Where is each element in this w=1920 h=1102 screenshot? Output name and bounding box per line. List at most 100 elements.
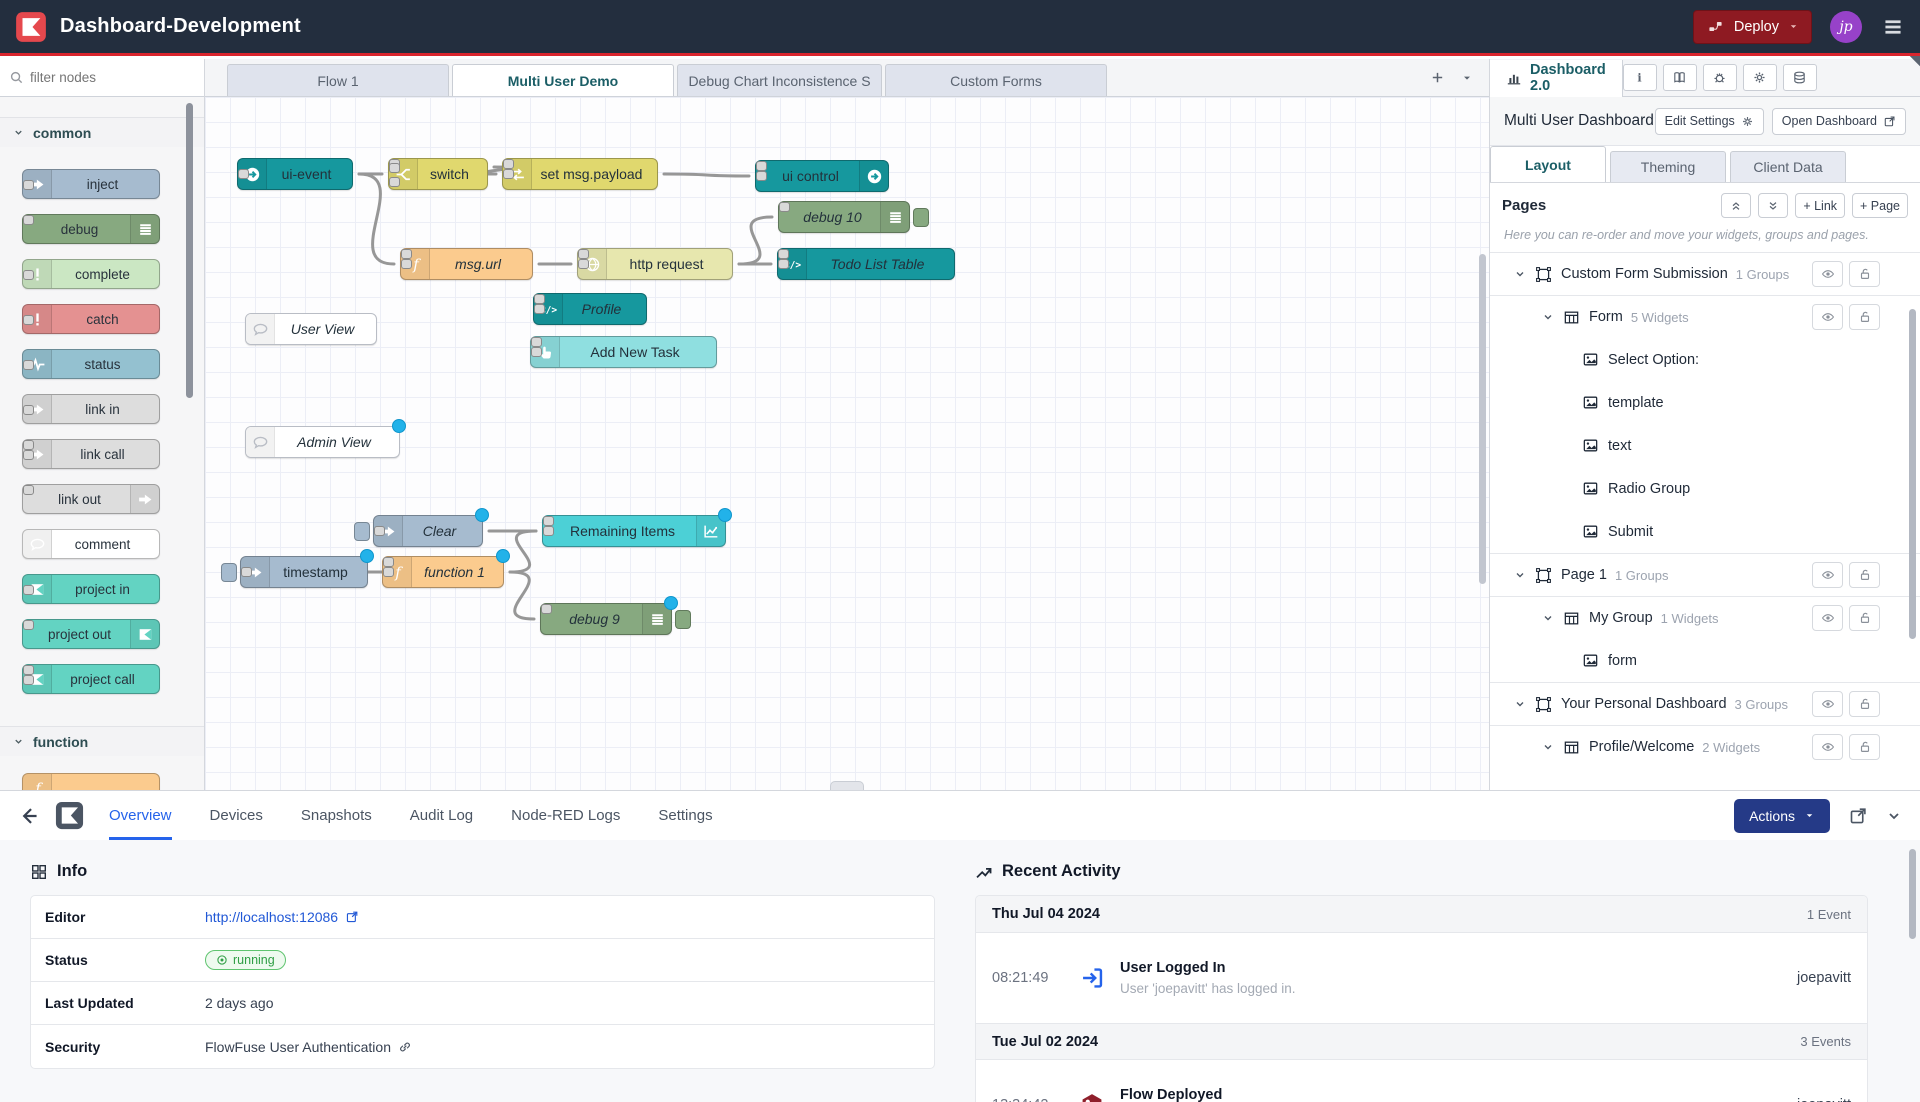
visibility-button[interactable] bbox=[1812, 261, 1843, 287]
flow-node[interactable]: link call bbox=[22, 439, 160, 469]
output-port[interactable] bbox=[23, 360, 34, 370]
deploy-caret-icon[interactable] bbox=[1788, 21, 1799, 32]
output-port[interactable] bbox=[23, 315, 34, 325]
chevron-down-icon[interactable] bbox=[1514, 268, 1526, 280]
input-port[interactable] bbox=[578, 249, 589, 259]
input-port[interactable] bbox=[23, 215, 34, 225]
flow-node[interactable]: debug 9 bbox=[540, 603, 672, 635]
flow-node[interactable]: comment bbox=[22, 529, 160, 559]
add-flow-icon[interactable] bbox=[1430, 70, 1445, 85]
tab-layout[interactable]: Layout bbox=[1490, 146, 1606, 182]
input-port[interactable] bbox=[23, 485, 34, 495]
output-port[interactable] bbox=[23, 270, 34, 280]
flow-tab-3[interactable]: Debug Chart Inconsistence S bbox=[677, 64, 882, 96]
palette-section-common[interactable]: common bbox=[0, 117, 204, 147]
inject-button[interactable] bbox=[354, 522, 370, 541]
output-port[interactable] bbox=[389, 177, 400, 187]
output-port[interactable] bbox=[778, 259, 789, 269]
comment-node[interactable]: Admin View bbox=[245, 426, 400, 458]
add-link-button[interactable]: + Link bbox=[1795, 193, 1845, 218]
visibility-button[interactable] bbox=[1812, 691, 1843, 717]
debug-toggle-button[interactable] bbox=[675, 610, 691, 629]
add-page-button[interactable]: + Page bbox=[1852, 193, 1908, 218]
wire[interactable] bbox=[510, 531, 536, 572]
activity-event-row[interactable]: 13:34:42Flow DeployedDeploy type 'full'j… bbox=[976, 1059, 1867, 1102]
instance-tab-snapshots[interactable]: Snapshots bbox=[301, 791, 372, 840]
flow-node[interactable]: timestamp bbox=[240, 556, 368, 588]
inject-button[interactable] bbox=[221, 563, 237, 582]
flow-node[interactable]: fmsg.url bbox=[400, 248, 533, 280]
tab-client-data[interactable]: Client Data bbox=[1730, 151, 1846, 182]
flow-node[interactable]: complete bbox=[22, 259, 160, 289]
flow-node[interactable]: Clear bbox=[373, 515, 483, 547]
input-port[interactable] bbox=[23, 620, 34, 630]
info-button[interactable]: i bbox=[1623, 64, 1657, 91]
tree-row-widget[interactable]: Submit bbox=[1490, 510, 1920, 553]
visibility-button[interactable] bbox=[1812, 734, 1843, 760]
output-port[interactable] bbox=[238, 169, 249, 179]
tree-row-widget[interactable]: Radio Group bbox=[1490, 467, 1920, 510]
output-port[interactable] bbox=[23, 450, 34, 460]
chevron-down-icon[interactable] bbox=[1542, 612, 1554, 624]
input-port[interactable] bbox=[503, 159, 514, 169]
tree-row-group[interactable]: Form5 Widgets bbox=[1490, 295, 1920, 338]
input-port[interactable] bbox=[23, 440, 34, 450]
flow-node[interactable]: link out bbox=[22, 484, 160, 514]
output-port[interactable] bbox=[756, 171, 767, 181]
output-port[interactable] bbox=[534, 304, 545, 314]
flow-canvas[interactable]: ui-eventswitchset msg.payloadui controld… bbox=[205, 97, 1489, 790]
lock-button[interactable] bbox=[1849, 304, 1880, 330]
output-port[interactable] bbox=[389, 163, 400, 173]
input-port[interactable] bbox=[541, 604, 552, 614]
instance-tab-devices[interactable]: Devices bbox=[210, 791, 263, 840]
instance-tab-audit-log[interactable]: Audit Log bbox=[410, 791, 473, 840]
flow-node[interactable]: </>Todo List Table bbox=[777, 248, 955, 280]
chevron-down-icon[interactable] bbox=[1514, 698, 1526, 710]
comment-node[interactable]: User View bbox=[245, 313, 377, 345]
output-port[interactable] bbox=[23, 585, 34, 595]
canvas-resize-grip[interactable] bbox=[830, 781, 864, 790]
tree-row-group[interactable]: Profile/Welcome2 Widgets bbox=[1490, 725, 1920, 768]
actions-button[interactable]: Actions bbox=[1734, 799, 1830, 833]
canvas-scrollbar[interactable] bbox=[1479, 254, 1486, 584]
flow-node[interactable]: ffunction 1 bbox=[382, 556, 504, 588]
tab-dashboard-2[interactable]: Dashboard 2.0 bbox=[1490, 60, 1623, 97]
open-editor-icon[interactable] bbox=[1848, 806, 1868, 826]
book-button[interactable] bbox=[1663, 64, 1697, 91]
flow-node[interactable]: ui-event bbox=[237, 158, 353, 190]
tree-row-page[interactable]: Your Personal Dashboard3 Groups bbox=[1490, 682, 1920, 725]
tree-row-widget[interactable]: text bbox=[1490, 424, 1920, 467]
input-port[interactable] bbox=[23, 665, 34, 675]
back-arrow-icon[interactable] bbox=[18, 805, 40, 827]
input-port[interactable] bbox=[534, 294, 545, 304]
output-port[interactable] bbox=[23, 675, 34, 685]
output-port[interactable] bbox=[401, 259, 412, 269]
flow-node[interactable]: Remaining Items bbox=[542, 515, 726, 547]
palette-section-function[interactable]: function bbox=[0, 726, 204, 756]
visibility-button[interactable] bbox=[1812, 605, 1843, 631]
input-port[interactable] bbox=[531, 337, 542, 347]
output-port[interactable] bbox=[531, 347, 542, 357]
lock-button[interactable] bbox=[1849, 691, 1880, 717]
lock-button[interactable] bbox=[1849, 261, 1880, 287]
visibility-button[interactable] bbox=[1812, 562, 1843, 588]
tree-row-group[interactable]: My Group1 Widgets bbox=[1490, 596, 1920, 639]
output-port[interactable] bbox=[503, 169, 514, 179]
open-dashboard-button[interactable]: Open Dashboard bbox=[1772, 108, 1906, 135]
flow-node[interactable]: catch bbox=[22, 304, 160, 334]
flow-node[interactable]: project out bbox=[22, 619, 160, 649]
deploy-button[interactable]: Deploy bbox=[1693, 10, 1812, 44]
panel-scrollbar[interactable] bbox=[1909, 849, 1916, 939]
output-port[interactable] bbox=[23, 405, 34, 415]
flow-node[interactable]: </>Profile bbox=[533, 293, 647, 325]
bug-button[interactable] bbox=[1703, 64, 1737, 91]
visibility-button[interactable] bbox=[1812, 304, 1843, 330]
flow-node[interactable]: project in bbox=[22, 574, 160, 604]
debug-toggle-button[interactable] bbox=[913, 208, 929, 227]
expand-all-button[interactable] bbox=[1758, 193, 1788, 218]
tree-row-widget[interactable]: form bbox=[1490, 639, 1920, 682]
wire[interactable] bbox=[510, 572, 534, 619]
output-port[interactable] bbox=[543, 526, 554, 536]
collapse-panel-icon[interactable] bbox=[1886, 808, 1902, 824]
main-menu-icon[interactable] bbox=[1880, 16, 1906, 38]
